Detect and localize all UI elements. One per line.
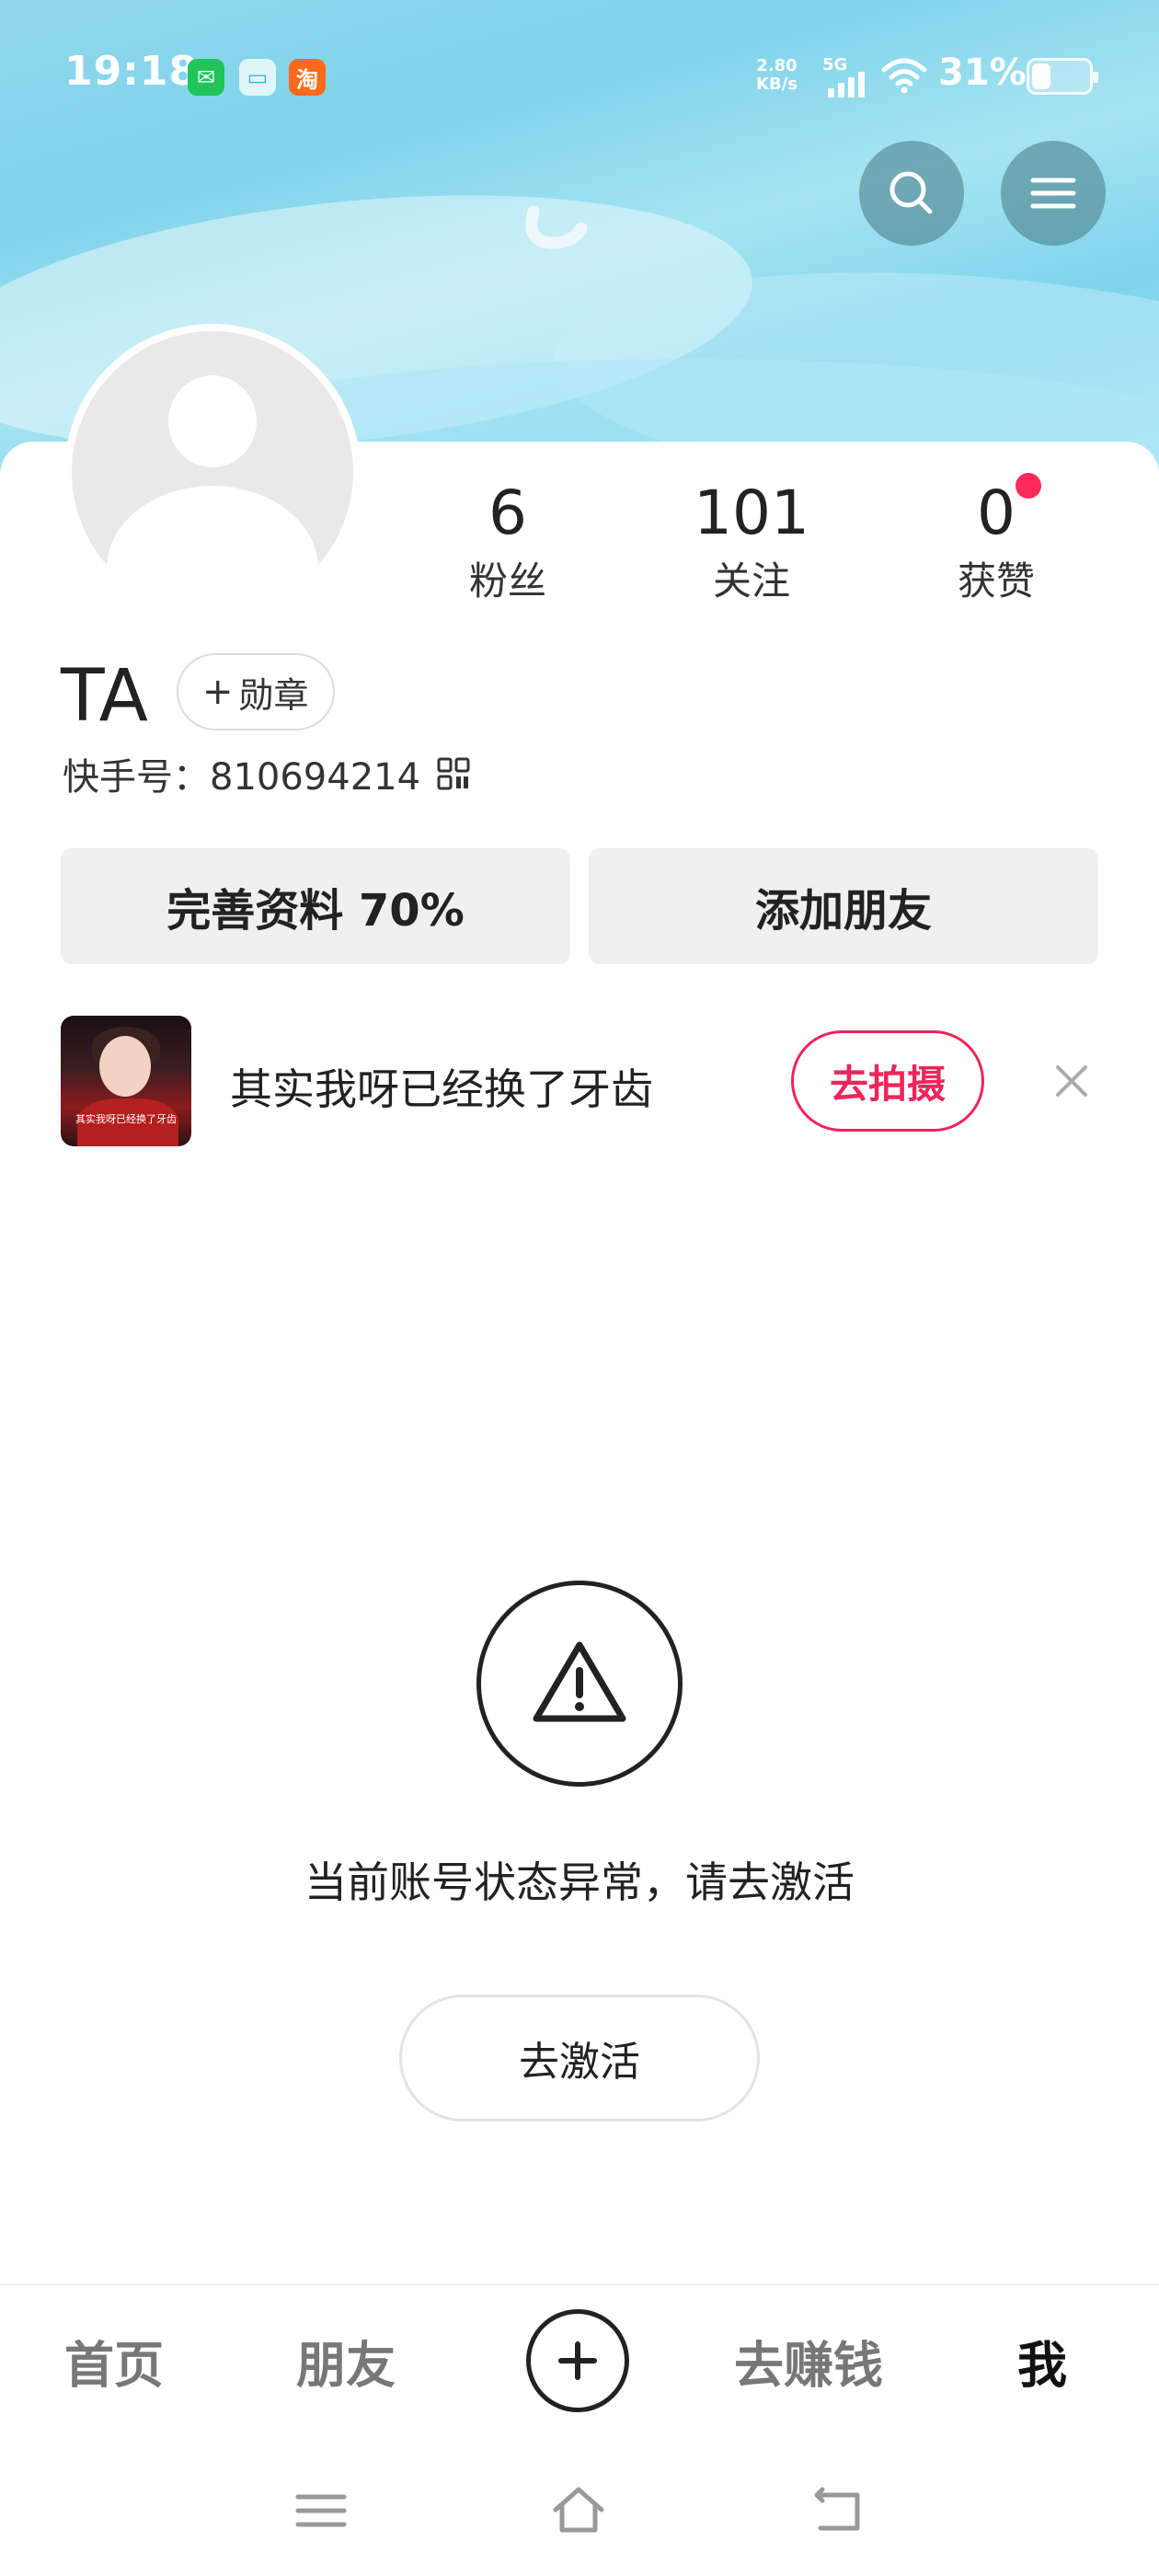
search-icon xyxy=(889,171,933,214)
suggestion-text[interactable]: 其实我呀已经换了牙齿 xyxy=(230,1056,653,1117)
home-icon[interactable] xyxy=(550,2482,607,2539)
status-time: 19:18 xyxy=(64,48,199,95)
battery-percent: 31% xyxy=(938,52,1027,94)
plus-icon xyxy=(558,2341,597,2380)
thumbnail-caption: 其实我呀已经换了牙齿 xyxy=(75,1113,177,1125)
following-label: 关注 xyxy=(712,558,790,604)
tab-friends[interactable]: 朋友 xyxy=(296,2325,396,2398)
bottom-tab-bar: 首页 朋友 去赚钱 我 xyxy=(0,2283,1159,2449)
tab-earn[interactable]: 去赚钱 xyxy=(734,2325,883,2398)
close-icon[interactable] xyxy=(1049,1058,1095,1104)
signal-icon xyxy=(828,72,865,98)
message-notification-icon: ▭ xyxy=(239,59,276,96)
add-badge-button[interactable]: + 勋章 xyxy=(177,653,335,730)
warning-badge xyxy=(476,1581,683,1787)
recent-apps-icon[interactable] xyxy=(293,2482,350,2539)
likes-label: 获赞 xyxy=(957,558,1035,604)
menu-button[interactable] xyxy=(1001,141,1106,246)
qr-code-icon[interactable] xyxy=(437,757,470,790)
kwai-id-text: 快手号：810694214 xyxy=(63,756,421,799)
kwai-id[interactable]: 快手号：810694214 xyxy=(63,747,470,800)
net-speed-value: 2.80 xyxy=(756,56,798,75)
net-speed: 2.80 KB/s xyxy=(756,57,798,94)
search-button[interactable] xyxy=(859,141,964,246)
profile-name: TA xyxy=(61,655,148,738)
tab-me[interactable]: 我 xyxy=(1017,2325,1067,2398)
create-button[interactable] xyxy=(526,2309,629,2412)
wechat-notification-icon: ✉ xyxy=(188,59,224,96)
back-icon[interactable] xyxy=(809,2482,866,2539)
add-friend-button[interactable]: 添加朋友 xyxy=(589,848,1098,964)
tab-home[interactable]: 首页 xyxy=(64,2325,164,2398)
system-nav-bar xyxy=(0,2449,1159,2576)
net-speed-unit: KB/s xyxy=(756,75,798,94)
battery-fill xyxy=(1032,63,1051,89)
menu-icon xyxy=(1030,178,1076,209)
battery-icon xyxy=(1027,58,1098,95)
go-shoot-button[interactable]: 去拍摄 xyxy=(791,1030,984,1132)
wifi-icon xyxy=(881,58,927,94)
likes-count: 0 xyxy=(977,477,1016,548)
stat-following[interactable]: 101 关注 xyxy=(660,478,843,606)
plus-icon: + xyxy=(202,671,234,713)
warning-icon xyxy=(533,1641,626,1722)
notification-dot xyxy=(1016,473,1041,499)
fans-count: 6 xyxy=(488,477,527,548)
suggestion-thumbnail[interactable]: 其实我呀已经换了牙齿 xyxy=(61,1016,191,1146)
complete-profile-button[interactable]: 完善资料 70% xyxy=(61,848,570,964)
stat-fans[interactable]: 6 粉丝 xyxy=(416,478,600,606)
account-status-message: 当前账号状态异常，请去激活 xyxy=(304,1857,855,1907)
fans-label: 粉丝 xyxy=(468,558,546,604)
loading-spinner-icon xyxy=(525,205,588,249)
badge-button-label: 勋章 xyxy=(238,674,309,716)
taobao-notification-icon: 淘 xyxy=(289,59,326,96)
activate-button[interactable]: 去激活 xyxy=(399,1995,760,2122)
status-bar: 19:18 ✉ ▭ 淘 2.80 KB/s 5G 31% xyxy=(0,0,1159,156)
following-count: 101 xyxy=(694,477,809,548)
stat-likes[interactable]: 0 获赞 xyxy=(904,478,1088,606)
avatar[interactable] xyxy=(64,324,361,620)
